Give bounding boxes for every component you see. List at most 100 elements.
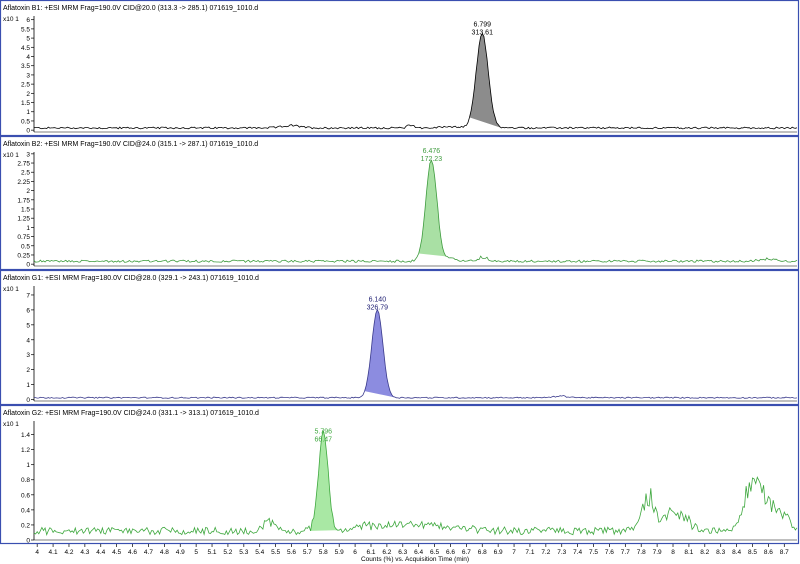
y-tick-label: 0.25	[17, 252, 30, 259]
x-tick-label: 8.2	[700, 549, 709, 556]
x-tick-label: 7.8	[637, 549, 646, 556]
x-tick-label: 6.5	[430, 549, 439, 556]
x-tick-label: 7.6	[605, 549, 614, 556]
x-tick-label: 6	[353, 549, 357, 556]
chromatogram-figure: Aflatoxin B1: +ESI MRM Frag=190.0V CID@2…	[0, 0, 800, 563]
y-tick-label: 2	[26, 91, 30, 98]
x-tick-label: 4.3	[80, 549, 89, 556]
y-scale-label: x10 1	[3, 16, 19, 23]
x-tick-label: 6.3	[398, 549, 407, 556]
x-tick-label: 7	[512, 549, 516, 556]
x-tick-label: 8.6	[764, 549, 773, 556]
panel-frame	[0, 135, 800, 271]
x-tick-label: 4.7	[144, 549, 153, 556]
x-tick-label: 4.8	[160, 549, 169, 556]
y-tick-label: 5	[26, 36, 30, 43]
chromatogram-panel-b2: Aflatoxin B2: +ESI MRM Frag=190.0V CID@2…	[0, 135, 800, 271]
y-tick-label: 1	[26, 225, 30, 232]
y-scale-label: x10 1	[3, 152, 19, 159]
x-tick-label: 5.7	[303, 549, 312, 556]
x-tick-label: 5.2	[223, 549, 232, 556]
y-tick-label: 1.4	[21, 432, 30, 439]
y-tick-label: 0	[26, 262, 30, 269]
y-tick-label: 0.4	[21, 507, 30, 514]
panel-title: Aflatoxin G1: +ESI MRM Frag=180.0V CID@2…	[3, 275, 259, 282]
x-tick-label: 8.1	[684, 549, 693, 556]
y-tick-label: 4.5	[21, 45, 30, 52]
x-tick-label: 4.2	[64, 549, 73, 556]
x-tick-label: 7.4	[573, 549, 582, 556]
peak-area-label: 313.61	[472, 29, 494, 36]
x-tick-label: 5	[194, 549, 198, 556]
y-tick-label: 1.75	[17, 197, 30, 204]
x-tick-label: 4.9	[176, 549, 185, 556]
y-tick-label: 1.2	[21, 447, 30, 454]
x-tick-label: 6.8	[478, 549, 487, 556]
y-tick-label: 0.2	[21, 522, 30, 529]
x-tick-label: 6.6	[446, 549, 455, 556]
y-tick-label: 3	[26, 151, 30, 158]
x-tick-label: 5.6	[287, 549, 296, 556]
y-tick-label: 0.5	[21, 243, 30, 250]
x-tick-label: 5.5	[271, 549, 280, 556]
chromatogram-panel-g1: Aflatoxin G1: +ESI MRM Frag=180.0V CID@2…	[0, 269, 800, 406]
x-tick-label: 7.2	[541, 549, 550, 556]
y-tick-label: 4	[26, 54, 30, 61]
peak-rt-label: 6.140	[369, 296, 387, 303]
x-tick-label: 6.4	[414, 549, 423, 556]
peak-area-label: 326.79	[367, 304, 389, 311]
x-tick-label: 4.4	[96, 549, 105, 556]
y-tick-label: 0	[26, 397, 30, 404]
x-tick-label: 6.7	[462, 549, 471, 556]
y-tick-label: 0.6	[21, 492, 30, 499]
y-tick-label: 1	[26, 109, 30, 116]
y-tick-label: 0	[26, 128, 30, 135]
x-tick-label: 4.1	[49, 549, 58, 556]
y-tick-label: 0.8	[21, 477, 30, 484]
x-tick-label: 5.4	[255, 549, 264, 556]
chromatogram-panel-b1: Aflatoxin B1: +ESI MRM Frag=190.0V CID@2…	[0, 0, 800, 137]
x-tick-label: 8.5	[748, 549, 757, 556]
y-tick-label: 1.5	[21, 207, 30, 214]
x-tick-label: 6.1	[366, 549, 375, 556]
x-tick-label: 7.3	[557, 549, 566, 556]
peak-rt-label: 6.799	[473, 21, 491, 28]
y-tick-label: 2.5	[21, 170, 30, 177]
y-tick-label: 0.75	[17, 234, 30, 241]
y-tick-label: 2	[26, 188, 30, 195]
x-tick-label: 7.5	[589, 549, 598, 556]
x-tick-label: 6.2	[382, 549, 391, 556]
x-tick-label: 6.9	[494, 549, 503, 556]
x-tick-label: 4.6	[128, 549, 137, 556]
panel-title: Aflatoxin B1: +ESI MRM Frag=190.0V CID@2…	[3, 5, 258, 12]
y-tick-label: 0.5	[21, 118, 30, 125]
panel-frame	[0, 0, 800, 137]
x-tick-label: 8.7	[780, 549, 789, 556]
peak-rt-label: 6.476	[423, 148, 441, 155]
peak-area-label: 66.47	[315, 437, 333, 444]
peak-rt-label: 5.796	[315, 429, 333, 436]
y-tick-label: 7	[26, 292, 30, 299]
x-tick-label: 8.3	[716, 549, 725, 556]
x-tick-label: 7.7	[621, 549, 630, 556]
x-tick-label: 5.3	[239, 549, 248, 556]
y-tick-label: 6	[26, 17, 30, 24]
y-tick-label: 1	[26, 462, 30, 469]
y-tick-label: 5	[26, 322, 30, 329]
y-scale-label: x10 1	[3, 286, 19, 293]
y-tick-label: 2.75	[17, 161, 30, 168]
x-tick-label: 8.4	[732, 549, 741, 556]
y-tick-label: 2	[26, 367, 30, 374]
x-axis-title: Counts (%) vs. Acquisition Time (min)	[361, 556, 469, 563]
panel-title: Aflatoxin B2: +ESI MRM Frag=190.0V CID@2…	[3, 141, 258, 148]
y-tick-label: 3	[26, 352, 30, 359]
panel-frame	[0, 269, 800, 406]
x-tick-label: 4.5	[112, 549, 121, 556]
y-tick-label: 5.5	[21, 26, 30, 33]
y-tick-label: 6	[26, 307, 30, 314]
y-tick-label: 3.5	[21, 63, 30, 70]
peak-area-label: 172.23	[421, 156, 443, 163]
y-tick-label: 1	[26, 382, 30, 389]
panel-title: Aflatoxin G2: +ESI MRM Frag=190.0V CID@2…	[3, 410, 259, 417]
y-tick-label: 1.5	[21, 100, 30, 107]
